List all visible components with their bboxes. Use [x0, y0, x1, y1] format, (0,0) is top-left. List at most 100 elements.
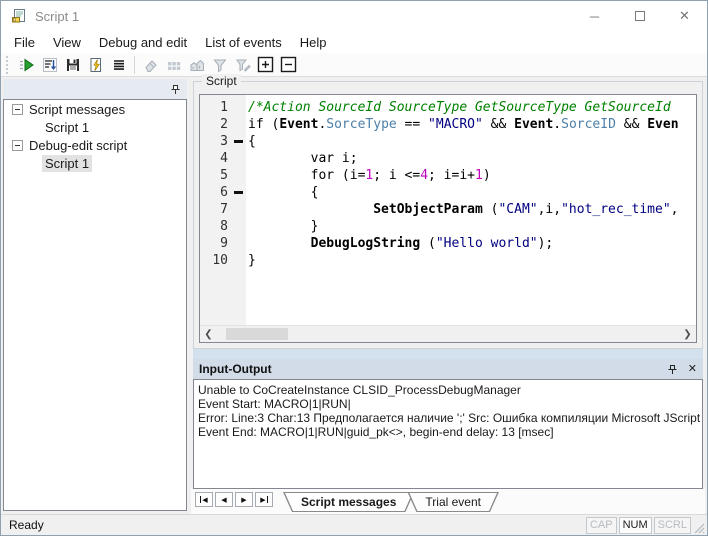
resize-grip-icon[interactable] [691, 517, 705, 534]
code-line[interactable]: 9 DebugLogString ("Hello world"); [200, 235, 696, 252]
fold-collapse-icon[interactable] [228, 184, 248, 201]
app-icon [11, 8, 27, 24]
code-line[interactable]: 8 } [200, 218, 696, 235]
output-log-line: Unable to CoCreateInstance CLSID_Process… [198, 383, 698, 397]
code-line[interactable]: 6 { [200, 184, 696, 201]
status-indicator-cap: CAP [586, 517, 617, 534]
toolbar-separator [134, 56, 135, 74]
script-groupbox-label: Script [202, 74, 241, 88]
go-first-tab-button[interactable]: ◀ [195, 492, 213, 507]
scrollbar-thumb[interactable] [226, 328, 288, 340]
line-number: 9 [200, 235, 228, 252]
maximize-button[interactable] [617, 1, 662, 31]
tree-item-label: Script 1 [42, 155, 92, 172]
go-last-tab-button[interactable]: ▶ [255, 492, 273, 507]
panel-splitter[interactable] [193, 349, 703, 359]
menu-item-help[interactable]: Help [291, 33, 336, 52]
tab-label: Trial event [425, 495, 481, 509]
script-groupbox: Script 1/*Action SourceId SourceType Get… [193, 81, 703, 349]
code-text: { [248, 184, 696, 201]
menu-item-view[interactable]: View [44, 33, 90, 52]
code-line[interactable]: 7 SetObjectParam ("CAM",i,"hot_rec_time"… [200, 201, 696, 218]
code-line[interactable]: 10} [200, 252, 696, 269]
code-line[interactable]: 2 if (Event.SorceType == "MACRO" && Event… [200, 116, 696, 133]
status-indicator-num: NUM [619, 517, 652, 534]
line-number: 5 [200, 167, 228, 184]
code-text: if (Event.SorceType == "MACRO" && Event.… [248, 116, 696, 133]
save-button[interactable] [61, 54, 84, 76]
pin-icon[interactable] [170, 84, 181, 95]
script-tree: Script messagesScript 1Debug-edit script… [3, 99, 187, 511]
filter-edit-button-disabled[interactable] [231, 54, 254, 76]
scroll-left-icon[interactable]: ❮ [200, 326, 217, 343]
fold-collapse-icon[interactable] [228, 133, 248, 150]
fold-margin [228, 218, 248, 235]
line-number: 6 [200, 184, 228, 201]
tree-item-debug-edit-script[interactable]: Debug-edit script [4, 136, 186, 154]
fold-margin [228, 252, 248, 269]
go-next-tab-button[interactable]: ▶ [235, 492, 253, 507]
status-bar: Ready CAPNUMSCRL [1, 514, 707, 535]
tree-item-script-1[interactable]: Script 1 [4, 118, 186, 136]
code-text: { [248, 133, 696, 150]
menu-item-list-of-events[interactable]: List of events [196, 33, 291, 52]
tree-expander-icon[interactable] [12, 140, 23, 151]
script-tree-panel: Script messagesScript 1Debug-edit script… [3, 79, 187, 514]
fold-margin [228, 116, 248, 133]
code-editor[interactable]: 1/*Action SourceId SourceType GetSourceT… [199, 94, 697, 343]
toolbar-grip[interactable] [6, 56, 11, 74]
minimize-button[interactable]: ─ [572, 1, 617, 31]
toolbar [1, 53, 707, 77]
code-text: /*Action SourceId SourceType GetSourceTy… [248, 99, 696, 116]
building-button-disabled[interactable] [185, 54, 208, 76]
tab-script-messages[interactable]: Script messages [283, 492, 414, 512]
go-previous-tab-button[interactable]: ◀ [215, 492, 233, 507]
line-number: 10 [200, 252, 228, 269]
tab-label: Script messages [301, 495, 396, 509]
grid-button-disabled[interactable] [162, 54, 185, 76]
scroll-right-icon[interactable]: ❯ [679, 326, 696, 343]
sort-list-button[interactable] [38, 54, 61, 76]
filter-button-disabled[interactable] [208, 54, 231, 76]
fold-margin [228, 201, 248, 218]
code-line[interactable]: 5 for (i=1; i <=4; i=i+1) [200, 167, 696, 184]
menu-item-file[interactable]: File [5, 33, 44, 52]
output-panel-title: Input-Output [199, 362, 272, 376]
list-lines-button[interactable] [107, 54, 130, 76]
output-panel-header: Input-Output ✕ [193, 359, 703, 379]
main-area: Script messagesScript 1Debug-edit script… [1, 77, 707, 514]
output-log-line: Event End: MACRO|1|RUN|guid_pk<>, begin-… [198, 425, 698, 439]
menu-bar: FileViewDebug and editList of eventsHelp [1, 31, 707, 53]
zoom-out-button[interactable] [277, 54, 300, 76]
tree-item-script-messages[interactable]: Script messages [4, 100, 186, 118]
line-number: 2 [200, 116, 228, 133]
tree-item-script-1[interactable]: Script 1 [4, 154, 186, 172]
line-number: 4 [200, 150, 228, 167]
fold-margin [228, 99, 248, 116]
close-button[interactable]: ✕ [662, 1, 707, 31]
code-text: } [248, 218, 696, 235]
code-line[interactable]: 3{ [200, 133, 696, 150]
execute-document-button[interactable] [84, 54, 107, 76]
zoom-in-button[interactable] [254, 54, 277, 76]
tab-trial-event[interactable]: Trial event [407, 492, 499, 512]
run-script-button[interactable] [15, 54, 38, 76]
code-text: } [248, 252, 696, 269]
horizontal-scrollbar[interactable]: ❮ ❯ [200, 325, 696, 342]
status-text: Ready [9, 518, 44, 532]
tree-expander-icon[interactable] [12, 104, 23, 115]
output-log-line: Error: Line:3 Char:13 Предполагается нал… [198, 411, 698, 425]
fold-margin [228, 167, 248, 184]
erase-button-disabled[interactable] [139, 54, 162, 76]
code-line[interactable]: 1/*Action SourceId SourceType GetSourceT… [200, 99, 696, 116]
code-text: DebugLogString ("Hello world"); [248, 235, 696, 252]
close-panel-icon[interactable]: ✕ [688, 364, 697, 375]
line-number: 8 [200, 218, 228, 235]
app-window: Script 1 ─ ✕ FileViewDebug and editList … [0, 0, 708, 536]
status-indicators: CAPNUMSCRL [586, 517, 691, 534]
code-line[interactable]: 4 var i; [200, 150, 696, 167]
menu-item-debug-and-edit[interactable]: Debug and edit [90, 33, 196, 52]
pin-icon[interactable] [667, 364, 678, 375]
output-log[interactable]: Unable to CoCreateInstance CLSID_Process… [193, 379, 703, 489]
code-area[interactable]: 1/*Action SourceId SourceType GetSourceT… [200, 95, 696, 325]
